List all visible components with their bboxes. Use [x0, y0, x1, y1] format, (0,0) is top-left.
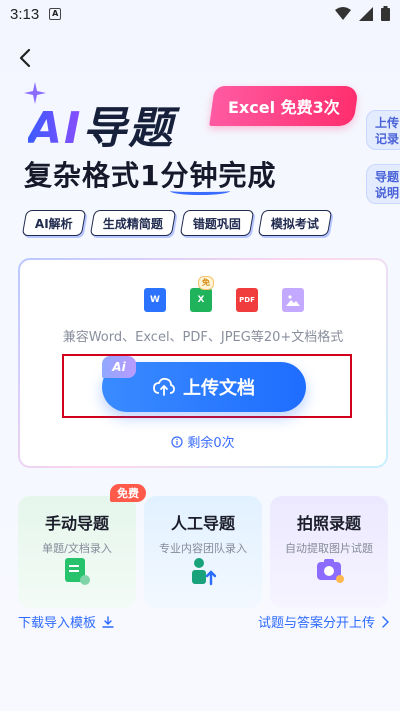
back-arrow-icon[interactable] [14, 46, 38, 70]
image-file-icon [282, 288, 304, 312]
feature-tags: AI解析 生成精简题 错题巩固 模拟考试 [21, 210, 333, 236]
chevron-right-icon [382, 615, 390, 628]
separate-upload-link[interactable]: 试题与答案分开上传 [258, 612, 390, 631]
file-type-icons: W X 免 PDF [144, 276, 304, 312]
status-time: 3:13 [10, 5, 40, 23]
hero-title-text: 导题 [82, 103, 175, 154]
hero-title: AI导题 [28, 92, 174, 156]
document-icon [65, 558, 90, 585]
free-tag: 免 [198, 276, 214, 290]
word-file-icon: W [144, 288, 166, 312]
battery-icon [381, 6, 390, 21]
manual-import-card[interactable]: 手动导题 单题/文档录入 [18, 496, 136, 608]
upload-cloud-icon [153, 377, 175, 396]
upload-record-tab[interactable]: 上传 记录 [366, 110, 400, 150]
manual-service-card[interactable]: 人工导题 专业内容团队录入 [144, 496, 262, 608]
camera-icon [317, 559, 344, 583]
signal-icon [359, 6, 373, 21]
excel-file-icon: X 免 [190, 276, 214, 312]
photo-import-card[interactable]: 拍照录题 自动提取图片试题 [270, 496, 388, 608]
pdf-file-icon: PDF [236, 288, 258, 312]
status-icons [335, 6, 390, 21]
feature-tag-simplify: 生成精简题 [89, 210, 177, 236]
feature-tag-review: 错题巩固 [179, 210, 255, 236]
hero-subtitle: 复杂格式1分钟完成 [24, 159, 277, 192]
person-upload-icon [192, 558, 217, 586]
ai-mini-badge: Ai [102, 356, 136, 378]
excel-free-badge: Excel 免费3次 [209, 86, 359, 126]
download-template-link[interactable]: 下载导入模板 [18, 612, 114, 631]
status-bar: 3:13 A [0, 0, 400, 28]
download-icon [102, 615, 114, 628]
free-badge: 免费 [110, 484, 146, 502]
remaining-count: 剩余0次 [20, 432, 386, 451]
import-guide-tab[interactable]: 导题 说明 [366, 164, 400, 204]
hero-ai-text: AI [28, 103, 83, 154]
subtitle-underline [170, 187, 230, 195]
notification-icon: A [49, 8, 62, 20]
upload-card: W X 免 PDF 兼容Word、Excel、PDF、JPEG等20+文档格式 … [18, 258, 388, 468]
feature-tag-ai-analysis: AI解析 [21, 210, 87, 236]
feature-tag-mock-exam: 模拟考试 [257, 210, 333, 236]
info-icon [171, 435, 183, 448]
wifi-icon [335, 6, 351, 20]
compat-text: 兼容Word、Excel、PDF、JPEG等20+文档格式 [62, 330, 344, 345]
